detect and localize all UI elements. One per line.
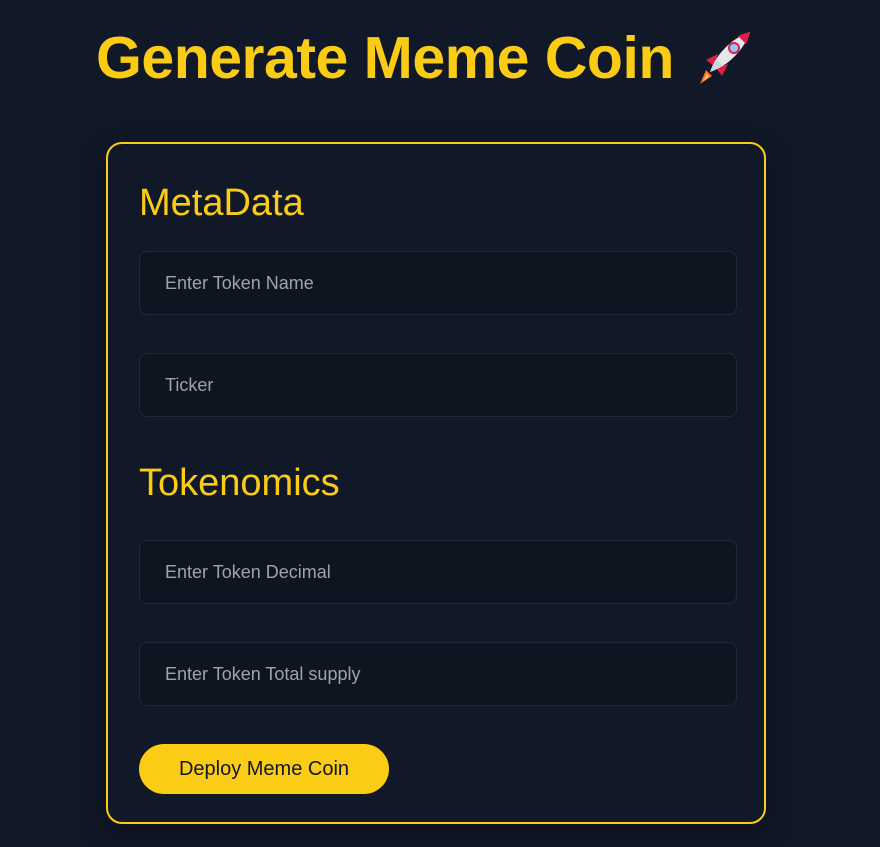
deploy-meme-coin-button[interactable]: Deploy Meme Coin <box>139 744 389 794</box>
total-supply-input[interactable] <box>139 642 737 706</box>
page-title: Generate Meme Coin <box>96 25 674 91</box>
header: Generate Meme Coin <box>96 22 756 94</box>
token-decimal-input[interactable] <box>139 540 737 604</box>
page: Generate Meme Coin MetaData Enter Token … <box>0 0 880 847</box>
metadata-section-title: MetaData <box>139 182 304 224</box>
ticker-input[interactable] <box>139 353 737 417</box>
rocket-icon <box>692 26 756 90</box>
tokenomics-section-title: Tokenomics <box>139 462 340 504</box>
token-name-input[interactable] <box>139 251 737 315</box>
meme-coin-form: MetaData Tokenomics Deploy Meme Coin <box>106 142 766 824</box>
